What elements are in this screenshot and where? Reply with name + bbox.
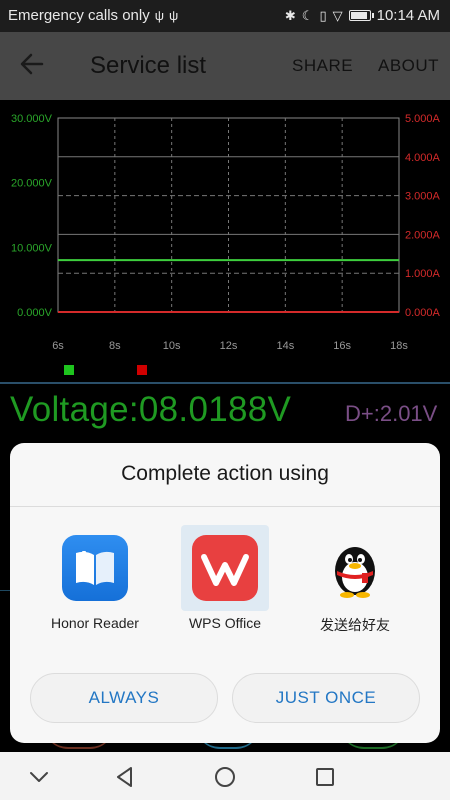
x-tick-label: 12s bbox=[220, 340, 238, 352]
app-option-wps-office[interactable]: WPS Office bbox=[160, 525, 290, 637]
chart-divider bbox=[0, 382, 450, 384]
y-right-tick-label: 0.000A bbox=[405, 307, 441, 319]
y-right-tick-label: 3.000A bbox=[405, 191, 441, 203]
wps-icon bbox=[192, 535, 258, 601]
status-bar: Emergency calls only ψ ψ ✱ ☾ ▯ ▽ 10:14 A… bbox=[0, 0, 450, 32]
voltage-current-chart: 0.000V 10.000V 20.000V 30.000V 0.000A 1.000A 2… bbox=[11, 113, 441, 375]
y-right-tick-label: 1.000A bbox=[405, 268, 441, 280]
usb-debug-icon: ψ bbox=[169, 8, 179, 23]
status-left: Emergency calls only ψ ψ bbox=[8, 7, 178, 24]
x-tick-label: 10s bbox=[163, 340, 181, 352]
dialog-title: Complete action using bbox=[121, 462, 329, 485]
x-tick-label: 16s bbox=[333, 340, 351, 352]
vibrate-icon: ▯ bbox=[319, 7, 327, 23]
voltage-readout: Voltage:08.0188V bbox=[10, 390, 292, 429]
battery-icon bbox=[348, 10, 374, 21]
voltage-legend-marker bbox=[64, 365, 74, 375]
y-left-tick-label: 0.000V bbox=[17, 307, 53, 319]
y-left-tick-label: 30.000V bbox=[11, 113, 53, 125]
share-button[interactable]: SHARE bbox=[292, 56, 353, 76]
x-tick-label: 8s bbox=[109, 340, 121, 352]
app-label: WPS Office bbox=[188, 615, 262, 631]
book-icon bbox=[62, 535, 128, 601]
qq-penguin-icon bbox=[322, 535, 388, 601]
clock: 10:14 AM bbox=[376, 7, 440, 24]
y-right-tick-label: 4.000A bbox=[405, 152, 441, 164]
app-option-send-to-friend[interactable]: 发送给好友 bbox=[290, 525, 420, 637]
app-bar: Service list SHARE ABOUT bbox=[0, 32, 450, 100]
recents-square-icon[interactable] bbox=[312, 764, 338, 790]
chooser-dialog: Complete action using Honor Reader WPS O… bbox=[10, 443, 440, 743]
app-option-honor-reader[interactable]: Honor Reader bbox=[30, 525, 160, 637]
x-tick-label: 18s bbox=[390, 340, 408, 352]
dplus-readout: D+:2.01V bbox=[345, 401, 438, 426]
back-button[interactable] bbox=[18, 50, 52, 82]
do-not-disturb-icon: ☾ bbox=[301, 7, 314, 23]
navigation-bar bbox=[0, 752, 450, 800]
app-label: Honor Reader bbox=[51, 615, 139, 631]
page-title: Service list bbox=[90, 52, 207, 79]
y-left-tick-label: 20.000V bbox=[11, 178, 53, 190]
just-once-button[interactable]: JUST ONCE bbox=[232, 673, 420, 723]
usb-icon: ψ bbox=[154, 8, 165, 23]
y-right-tick-label: 2.000A bbox=[405, 229, 441, 241]
back-triangle-icon[interactable] bbox=[112, 764, 138, 790]
wifi-icon: ▽ bbox=[332, 7, 343, 23]
app-label: 发送给好友 bbox=[320, 617, 390, 633]
y-left-tick-label: 10.000V bbox=[11, 242, 53, 254]
status-right: ✱ ☾ ▯ ▽ 10:14 AM bbox=[285, 7, 440, 24]
arrow-left-icon bbox=[20, 53, 44, 75]
chart-area: 0.000V 10.000V 20.000V 30.000V 0.000A 1.000A 2… bbox=[0, 100, 450, 382]
x-tick-label: 6s bbox=[52, 340, 64, 352]
about-button[interactable]: ABOUT bbox=[378, 56, 439, 76]
dialog-divider bbox=[10, 506, 440, 507]
y-right-tick-label: 5.000A bbox=[405, 113, 441, 125]
bluetooth-icon: ✱ bbox=[284, 7, 296, 23]
current-legend-marker bbox=[137, 365, 147, 375]
chevron-down-icon[interactable] bbox=[26, 764, 52, 790]
always-button[interactable]: ALWAYS bbox=[30, 673, 218, 723]
x-tick-label: 14s bbox=[276, 340, 294, 352]
carrier-text: Emergency calls only bbox=[8, 7, 150, 24]
battery-level bbox=[350, 12, 367, 19]
home-circle-icon[interactable] bbox=[212, 764, 238, 790]
